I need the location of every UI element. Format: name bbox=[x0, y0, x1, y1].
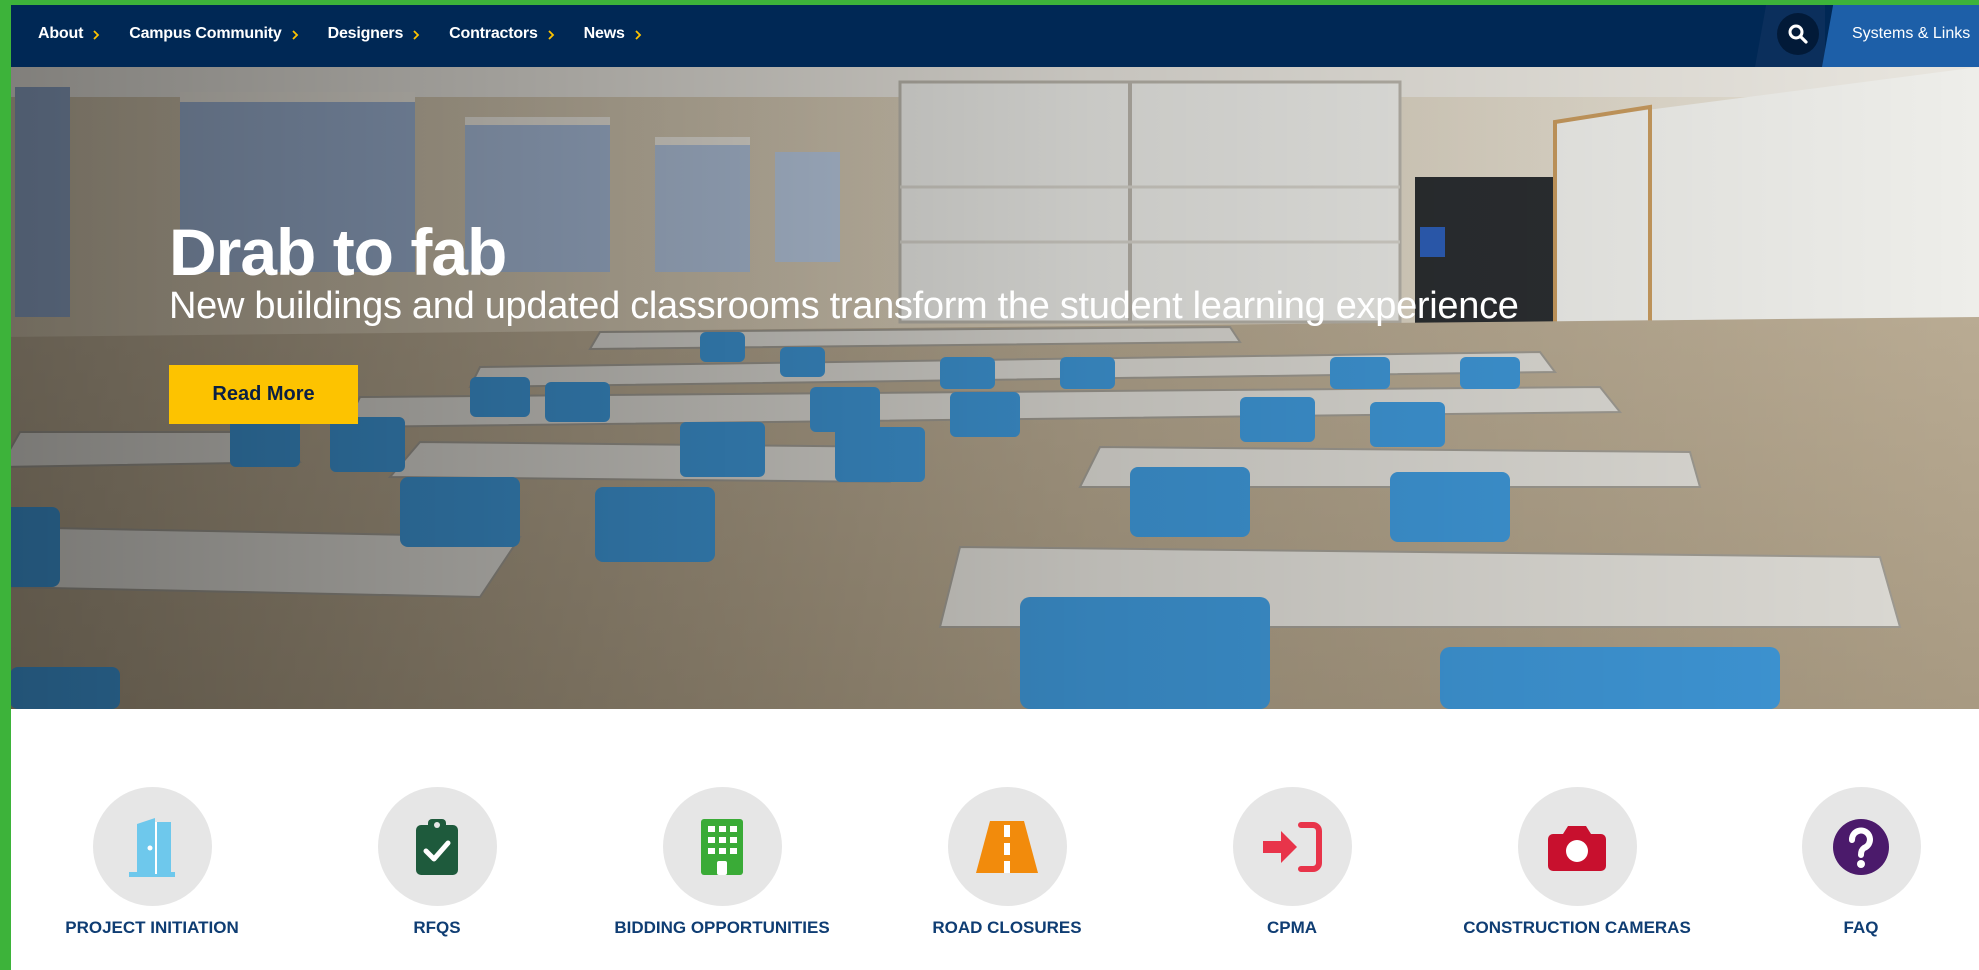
chevron-right-icon bbox=[92, 29, 101, 40]
quick-link-label: BIDDING OPPORTUNITIES bbox=[614, 918, 830, 937]
quick-link-label: ROAD CLOSURES bbox=[932, 918, 1082, 937]
quick-link-label: CPMA bbox=[1266, 918, 1318, 937]
systems-links-button[interactable]: Systems & Links bbox=[1822, 0, 1979, 67]
quick-link-faq[interactable]: FAQ bbox=[1741, 787, 1979, 939]
quick-link-road-closures[interactable]: ROAD CLOSURES bbox=[887, 787, 1127, 939]
systems-links-label: Systems & Links bbox=[1852, 24, 1971, 42]
nav-item-label: Contractors bbox=[449, 25, 538, 42]
quick-link-label: CONSTRUCTION CAMERAS bbox=[1463, 918, 1691, 937]
quick-link-circle bbox=[1517, 787, 1637, 906]
chevron-right-icon bbox=[291, 29, 300, 40]
nav-item-designers[interactable]: Designers bbox=[328, 25, 422, 43]
building-icon bbox=[701, 818, 743, 875]
quick-link-circle bbox=[377, 787, 497, 906]
chevron-right-icon bbox=[412, 29, 421, 40]
nav-item-news[interactable]: News bbox=[584, 25, 643, 43]
road-icon bbox=[976, 820, 1038, 873]
quick-link-circle bbox=[1801, 787, 1921, 906]
hero-banner: Drab to fab New buildings and updated cl… bbox=[0, 67, 1979, 709]
nav-item-about[interactable]: About bbox=[38, 25, 101, 43]
quick-link-circle bbox=[947, 787, 1067, 906]
quick-link-label: RFQS bbox=[413, 918, 461, 937]
question-icon bbox=[1833, 818, 1889, 875]
camera-icon bbox=[1548, 825, 1606, 871]
hero-title: Drab to fab bbox=[169, 215, 507, 289]
quick-link-circle bbox=[1232, 787, 1352, 906]
quick-link-cpma[interactable]: CPMA bbox=[1172, 787, 1412, 939]
chevron-right-icon bbox=[634, 29, 643, 40]
sign-in-icon bbox=[1263, 821, 1322, 872]
quick-link-bidding-opportunities[interactable]: BIDDING OPPORTUNITIES bbox=[602, 787, 842, 939]
quick-link-circle bbox=[92, 787, 212, 906]
search-button[interactable] bbox=[1777, 13, 1819, 55]
nav-item-label: Campus Community bbox=[129, 25, 282, 42]
door-icon bbox=[129, 817, 175, 877]
nav-item-label: News bbox=[583, 25, 625, 42]
quick-links: PROJECT INITIATION RFQS BIDDING OPPORTUN… bbox=[0, 709, 1979, 970]
search-area bbox=[1755, 0, 1825, 67]
search-icon bbox=[1788, 24, 1808, 44]
nav-item-contractors[interactable]: Contractors bbox=[449, 25, 555, 43]
quick-link-project-initiation[interactable]: PROJECT INITIATION bbox=[32, 787, 272, 939]
quick-link-rfqs[interactable]: RFQS bbox=[317, 787, 557, 939]
read-more-button[interactable]: Read More bbox=[169, 365, 358, 424]
quick-link-label: PROJECT INITIATION bbox=[65, 918, 239, 937]
chevron-right-icon bbox=[547, 29, 556, 40]
hero-subtitle: New buildings and updated classrooms tra… bbox=[169, 285, 1519, 327]
nav-item-campus-community[interactable]: Campus Community bbox=[129, 25, 299, 43]
quick-link-label: FAQ bbox=[1843, 918, 1879, 937]
quick-link-construction-cameras[interactable]: CONSTRUCTION CAMERAS bbox=[1457, 787, 1697, 939]
top-navigation: About Campus Community Designers Contrac… bbox=[0, 0, 1979, 67]
nav-item-label: About bbox=[38, 25, 84, 42]
main-nav: About Campus Community Designers Contrac… bbox=[38, 25, 671, 43]
quick-link-circle bbox=[662, 787, 782, 906]
nav-item-label: Designers bbox=[327, 25, 404, 42]
clipboard-check-icon bbox=[416, 818, 458, 875]
